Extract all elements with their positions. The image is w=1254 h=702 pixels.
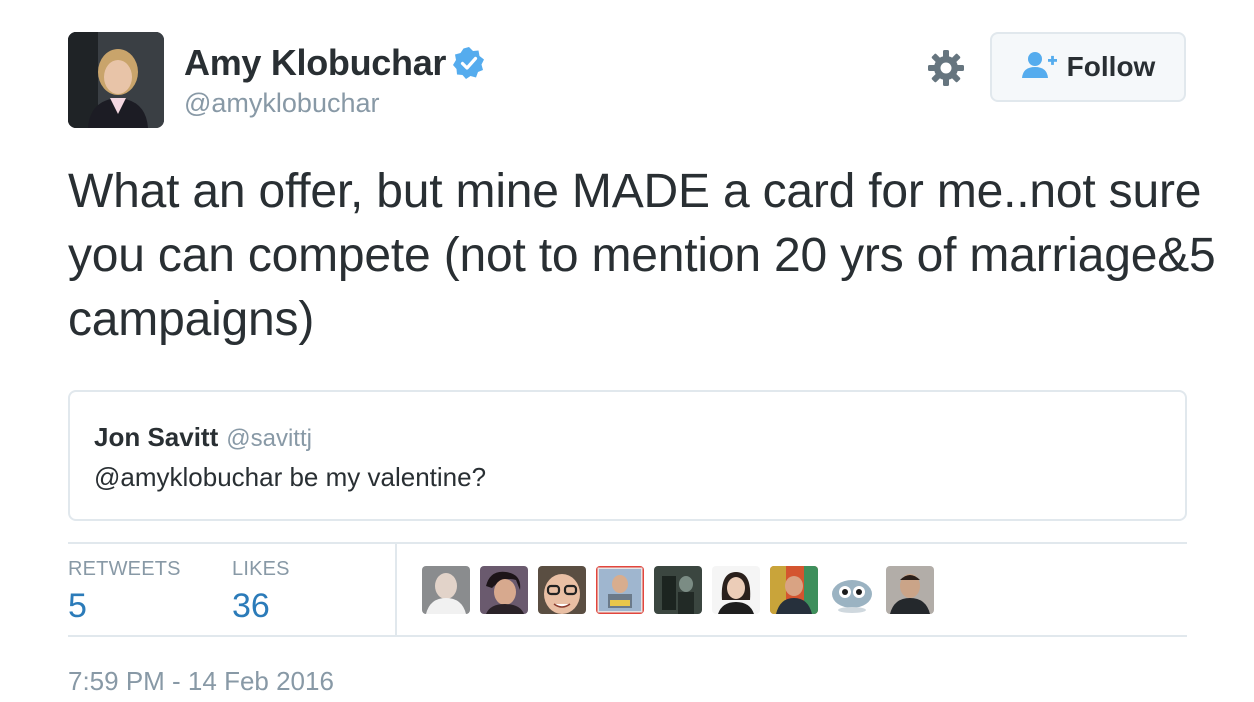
liker-avatar[interactable] — [422, 566, 470, 614]
author-name[interactable]: Amy Klobuchar — [184, 42, 446, 84]
quoted-tweet-card[interactable]: Jon Savitt @savittj @amyklobuchar be my … — [68, 390, 1187, 521]
author-avatar[interactable] — [68, 32, 164, 128]
retweets-stat[interactable]: RETWEETS 5 — [68, 558, 181, 626]
add-user-icon — [1021, 50, 1059, 85]
likes-count: 36 — [232, 587, 270, 625]
liker-avatar[interactable] — [538, 566, 586, 614]
retweets-count: 5 — [68, 587, 87, 625]
tweet-text: What an offer, but mine MADE a card for … — [68, 165, 1216, 346]
liker-avatars — [422, 566, 934, 614]
tweet-timestamp[interactable]: 7:59 PM - 14 Feb 2016 — [68, 666, 334, 697]
quoted-author-handle: @savittj — [226, 425, 312, 452]
liker-avatar[interactable] — [886, 566, 934, 614]
follow-label: Follow — [1066, 51, 1156, 82]
author-handle[interactable]: @amyklobuchar — [184, 88, 380, 119]
liker-avatar[interactable] — [480, 566, 528, 614]
liker-avatar[interactable] — [654, 566, 702, 614]
follow-button[interactable]: Follow — [990, 32, 1186, 102]
retweets-label: RETWEETS — [68, 558, 181, 580]
likes-stat[interactable]: LIKES 36 — [232, 558, 290, 626]
liker-avatar[interactable] — [828, 566, 876, 614]
liker-avatar[interactable] — [712, 566, 760, 614]
stats-top-divider — [68, 542, 1187, 544]
author-name-row: Amy Klobuchar — [184, 42, 486, 84]
stats-separator — [395, 544, 397, 636]
likes-label: LIKES — [232, 558, 290, 580]
profile-photo-icon — [68, 32, 164, 128]
stats-bottom-divider — [68, 635, 1187, 637]
quoted-tweet-text: @amyklobuchar be my valentine? — [94, 462, 487, 492]
quoted-tweet-header: Jon Savitt @savittj — [94, 422, 312, 453]
liker-avatar[interactable] — [770, 566, 818, 614]
verified-badge-icon — [452, 46, 486, 80]
liker-avatar[interactable] — [596, 566, 644, 614]
settings-gear-icon[interactable] — [926, 48, 966, 88]
quoted-author-name: Jon Savitt — [94, 422, 219, 452]
